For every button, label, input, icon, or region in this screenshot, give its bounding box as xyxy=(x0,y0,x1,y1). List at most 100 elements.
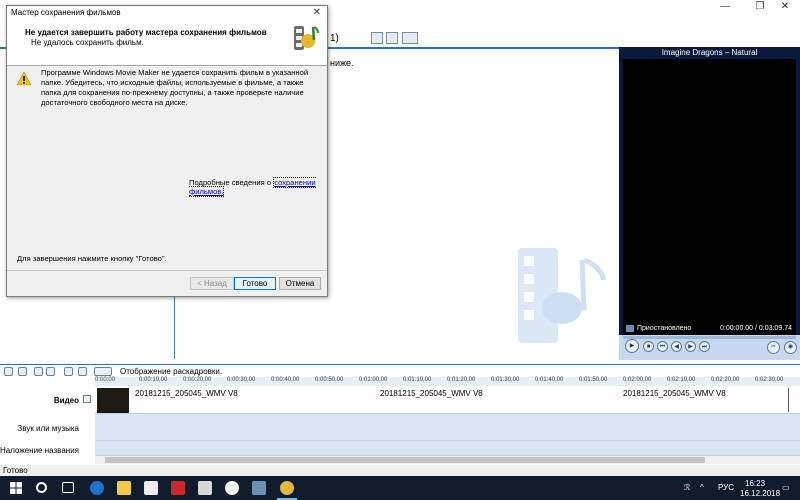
finish-hint: Для завершения нажмите кнопку "Готово". xyxy=(17,254,167,263)
ruler-tick: 0:00:20,00 xyxy=(183,377,212,383)
next-frame-icon[interactable]: ⏭ xyxy=(699,341,710,352)
ruler-tick: 0:02:00,00 xyxy=(623,377,652,383)
dialog-titlebar: Мастер сохранения фильмов ✕ xyxy=(7,6,327,20)
store-icon[interactable] xyxy=(144,481,158,495)
monitor-icon xyxy=(626,325,634,332)
dialog-header: Не удается завершить работу мастера сохр… xyxy=(7,20,327,66)
preview-title: Imagine Dragons – Natural xyxy=(661,48,758,57)
ruler-tick: 0:01:20,00 xyxy=(447,377,476,383)
play-timeline-icon[interactable] xyxy=(78,367,87,376)
movie-maker-logo-icon xyxy=(294,26,319,50)
expand-track-icon[interactable] xyxy=(83,395,91,403)
ruler-tick: 0:00:40,00 xyxy=(271,377,300,383)
movie-maker-taskbar-icon[interactable] xyxy=(280,481,294,495)
window-app-icon[interactable] xyxy=(252,481,266,495)
minimize-button[interactable]: — xyxy=(710,0,740,13)
preview-screen[interactable] xyxy=(623,59,796,329)
track-labels: Видео Звук или музыка Наложение названия xyxy=(0,386,95,464)
notifications-icon[interactable]: ▭ xyxy=(782,483,790,492)
view-toggle-label[interactable]: Отображение раскадровки. xyxy=(120,367,222,376)
storyboard-icon[interactable] xyxy=(4,367,13,376)
windows-taskbar: ℛ ^ РУС 16:23 16.12.2018 ▭ xyxy=(0,476,800,500)
seek-bar[interactable] xyxy=(623,336,796,339)
status-bar: Готово xyxy=(0,465,800,476)
audio-track-label: Звук или музыка xyxy=(17,424,79,433)
finish-button[interactable]: Готово xyxy=(234,277,276,290)
clock-time[interactable]: 16:23 xyxy=(745,479,765,488)
ruler-tick: 0:01:00,00 xyxy=(359,377,388,383)
video-track[interactable]: 20181215_205045_WMV V8 20181215_205045_W… xyxy=(95,386,800,414)
dialog-subheading: Не удалось сохранить фильм. xyxy=(31,38,144,47)
rewind-icon[interactable]: ◀ xyxy=(671,341,682,352)
playback-time: 0:00:00.00 / 0:03:09.74 xyxy=(719,325,792,332)
playback-status: Приостановлено xyxy=(637,325,692,332)
playback-controls: ▶ ■ ⏮ ◀ ▶ ⏭ ✂ ◉ xyxy=(619,335,800,360)
play-button[interactable]: ▶ xyxy=(625,339,639,353)
back-button[interactable]: < Назад xyxy=(190,277,234,290)
details-line: Подробные сведения о сохранении фильмов. xyxy=(189,177,327,197)
video-clip[interactable]: 20181215_205045_WMV V8 xyxy=(380,389,483,398)
ruler-tick: 0:00:00 xyxy=(95,377,116,383)
scrollbar-thumb[interactable] xyxy=(105,457,705,463)
keyboard-language[interactable]: РУС xyxy=(718,483,734,492)
dialog-close-button[interactable]: ✕ xyxy=(313,6,321,20)
ruler-tick: 0:01:10,00 xyxy=(403,377,432,383)
people-icon[interactable]: ℛ xyxy=(684,483,690,492)
cancel-button[interactable]: Отмена xyxy=(279,277,321,290)
warning-icon xyxy=(17,72,31,85)
rewind-timeline-icon[interactable] xyxy=(64,367,73,376)
collection-text-fragment: ниже. xyxy=(330,58,354,68)
movie-maker-watermark-icon xyxy=(518,248,607,343)
app-icon[interactable] xyxy=(171,481,185,495)
timeline-scrollbar[interactable] xyxy=(95,455,800,464)
ruler-tick: 0:02:10,00 xyxy=(667,377,696,383)
timeline-toolbar: Отображение раскадровки. xyxy=(0,364,800,377)
audio-track[interactable] xyxy=(95,415,800,441)
task-view-icon[interactable] xyxy=(62,482,74,493)
video-track-label: Видео xyxy=(53,396,79,405)
title-overlay-track-label: Наложение названия xyxy=(0,446,79,455)
preview-monitor: Imagine Dragons – Natural Приостановлено… xyxy=(619,47,800,360)
view-menu-icon[interactable] xyxy=(402,32,418,44)
clock-date[interactable]: 16.12.2018 xyxy=(740,489,780,498)
split-icon[interactable]: ✂ xyxy=(767,341,780,354)
save-movie-wizard-dialog: Мастер сохранения фильмов ✕ Не удается з… xyxy=(6,5,328,297)
dialog-separator xyxy=(7,270,327,271)
ruler-tick: 0:00:50,00 xyxy=(315,377,344,383)
ruler-tick: 0:00:10,00 xyxy=(139,377,168,383)
ruler-tick: 0:01:30,00 xyxy=(491,377,520,383)
clip-thumbnail[interactable] xyxy=(97,388,129,413)
zoom-in-icon[interactable] xyxy=(34,367,43,376)
previous-frame-icon[interactable]: ⏮ xyxy=(657,341,668,352)
search-icon[interactable] xyxy=(36,482,47,493)
storyboard-view-icon[interactable] xyxy=(94,367,112,376)
windows-start-icon[interactable] xyxy=(10,482,22,494)
ruler-tick: 0:02:30,00 xyxy=(755,377,784,383)
media-player-icon[interactable] xyxy=(225,481,239,495)
video-clip[interactable]: 20181215_205045_WMV V8 xyxy=(135,389,238,398)
ruler-tick: 0:01:50,00 xyxy=(579,377,608,383)
timeline-ruler[interactable]: 0:00:00 0:00:10,00 0:00:20,00 0:00:30,00… xyxy=(95,377,800,386)
clip-end-handle[interactable] xyxy=(788,388,798,412)
ruler-tick: 0:00:30,00 xyxy=(227,377,256,383)
stop-icon[interactable]: ■ xyxy=(643,341,654,352)
toolbar-text-fragment: 1) xyxy=(330,33,339,44)
snapshot-icon[interactable]: ◉ xyxy=(784,341,797,354)
forward-icon[interactable]: ▶ xyxy=(685,341,696,352)
zoom-out-icon[interactable] xyxy=(46,367,55,376)
timeline-tracks: 20181215_205045_WMV V8 20181215_205045_W… xyxy=(95,386,800,464)
ruler-tick: 0:01:40,00 xyxy=(535,377,564,383)
video-clip[interactable]: 20181215_205045_WMV V8 xyxy=(623,389,726,398)
ruler-tick: 0:02:20,00 xyxy=(711,377,740,383)
new-folder-icon[interactable] xyxy=(386,32,398,44)
close-button[interactable]: ✕ xyxy=(770,0,800,13)
calculator-icon[interactable] xyxy=(198,481,212,495)
edge-browser-icon[interactable] xyxy=(90,481,104,495)
set-audio-level-icon[interactable] xyxy=(18,367,27,376)
file-explorer-icon[interactable] xyxy=(117,481,131,495)
error-message: Программе Windows Movie Maker не удается… xyxy=(41,68,309,107)
dialog-title: Мастер сохранения фильмов xyxy=(11,8,121,17)
tray-chevron-icon[interactable]: ^ xyxy=(700,483,704,492)
folder-up-icon[interactable] xyxy=(371,32,383,44)
preview-status-bar: Приостановлено 0:00:00.00 / 0:03:09.74 xyxy=(623,323,796,335)
